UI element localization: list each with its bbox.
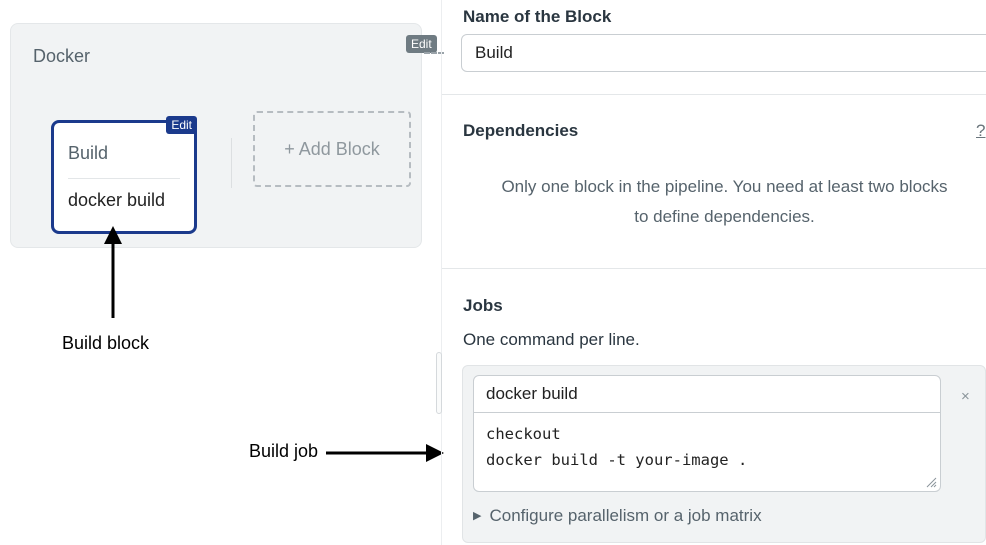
block-arrow-head	[104, 226, 122, 244]
jobs-subtitle: One command per line.	[463, 330, 640, 349]
job-commands-text: checkout docker build -t your-image .	[486, 425, 748, 469]
configure-parallelism-label: Configure parallelism or a job matrix	[489, 506, 762, 525]
build-block-annotation: Build block	[62, 333, 150, 353]
remove-job-icon[interactable]: ×	[961, 388, 970, 405]
panel-resize-handle[interactable]	[436, 352, 442, 414]
jobs-heading: Jobs	[463, 296, 503, 315]
section-divider	[442, 268, 986, 269]
job-card: docker build checkout docker build -t yo…	[462, 365, 986, 543]
dependencies-message-line1: Only one block in the pipeline. You need…	[501, 177, 948, 196]
dependencies-message-line2: to define dependencies.	[634, 207, 815, 226]
block-name-input[interactable]: Build	[461, 34, 986, 72]
build-job-annotation: Build job	[249, 441, 319, 461]
block-name-heading: Name of the Block	[463, 7, 612, 26]
expand-triangle-icon: ▶	[473, 510, 482, 522]
section-divider	[442, 94, 986, 95]
job-commands-textarea[interactable]: checkout docker build -t your-image .	[473, 412, 941, 492]
resize-grip-icon[interactable]	[925, 476, 937, 488]
dependencies-message: Only one block in the pipeline. You need…	[463, 172, 986, 232]
dependencies-help-link[interactable]: ?	[976, 121, 985, 141]
dependencies-heading: Dependencies	[463, 121, 579, 140]
job-name-input[interactable]: docker build	[473, 375, 941, 413]
configure-parallelism-toggle[interactable]: ▶ Configure parallelism or a job matrix	[473, 506, 762, 526]
panel-border	[441, 0, 442, 545]
